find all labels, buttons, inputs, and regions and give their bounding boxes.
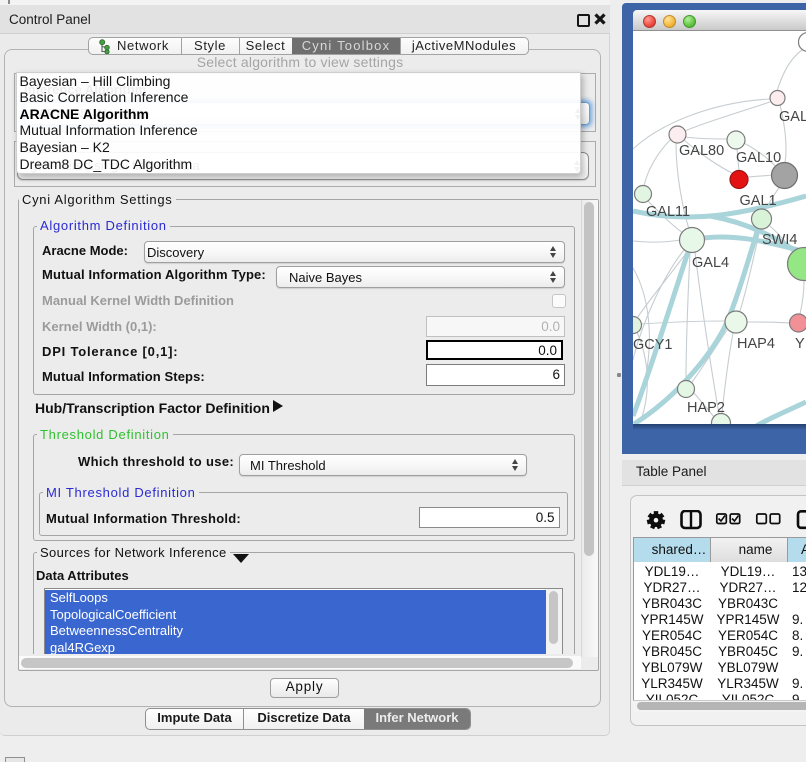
svg-text:GCY1: GCY1 [633,337,673,353]
svg-text:GAL10: GAL10 [736,150,781,166]
svg-text:Y: Y [795,336,805,352]
svg-text:GAL: GAL [779,109,806,125]
svg-text:GAL11: GAL11 [646,204,690,220]
svg-text:HAP4: HAP4 [737,336,775,352]
svg-text:HAP2: HAP2 [687,400,725,416]
svg-text:GAL80: GAL80 [679,143,724,159]
svg-text:GAL4: GAL4 [692,255,729,271]
svg-text:SWI4: SWI4 [762,232,797,248]
svg-text:GAL1: GAL1 [740,193,777,209]
